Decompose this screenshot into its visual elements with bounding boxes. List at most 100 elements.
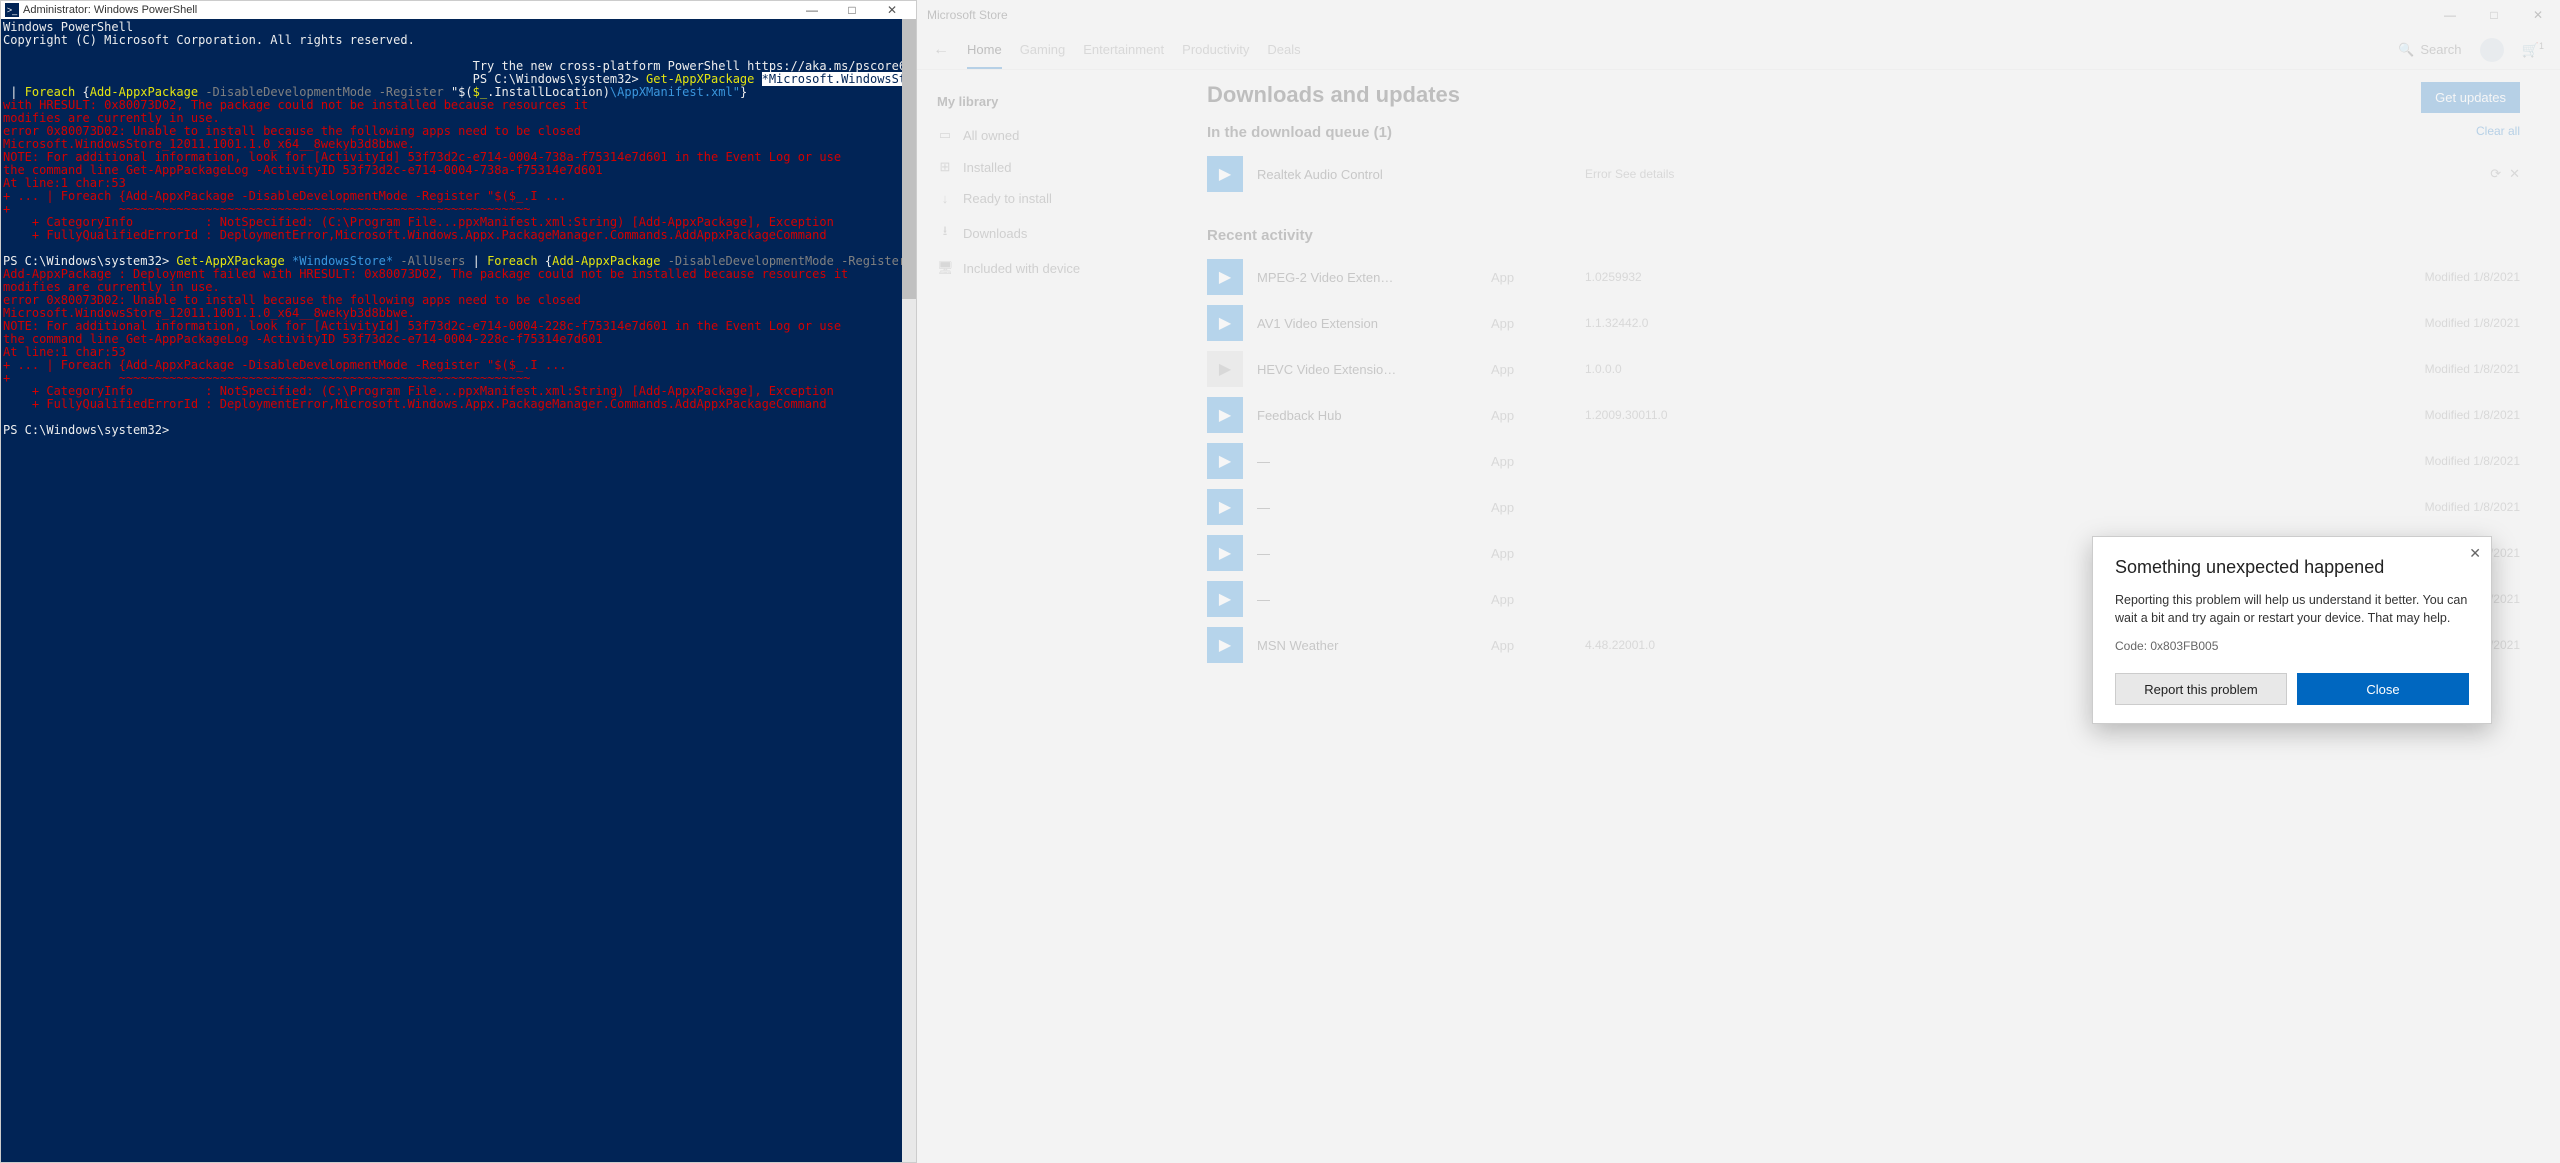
sidebar-item-icon: ↓ [937, 191, 953, 206]
clear-all-link[interactable]: Clear all [2476, 124, 2520, 138]
sidebar-item-label: Downloads [963, 226, 1027, 241]
app-icon: ▶ [1207, 397, 1243, 433]
search-icon: 🔍 [2398, 42, 2414, 58]
tab-entertainment[interactable]: Entertainment [1083, 42, 1164, 57]
store-titlebar[interactable]: Microsoft Store — □ ✕ [917, 0, 2560, 30]
sidebar-item-icon: ⊞ [937, 159, 953, 175]
get-updates-button[interactable]: Get updates [2421, 82, 2520, 113]
app-date: Modified 1/8/2021 [2380, 408, 2520, 422]
app-size: 1.0259932 [1585, 270, 2366, 284]
sidebar-title: My library [937, 94, 1155, 109]
app-name: MPEG-2 Video Exten… [1257, 270, 1477, 285]
store-close-button[interactable]: ✕ [2516, 0, 2560, 30]
powershell-titlebar[interactable]: >_ Administrator: Windows PowerShell — □… [1, 1, 916, 19]
recent-row[interactable]: ▶ — App Modified 1/8/2021 [1207, 484, 2520, 530]
queue-title: In the download queue (1) [1207, 124, 1392, 141]
modal-title: Something unexpected happened [2115, 557, 2469, 578]
tab-home[interactable]: Home [967, 42, 1002, 69]
app-icon: ▶ [1207, 581, 1243, 617]
sidebar-item[interactable]: 🖥 Included with device [929, 252, 1155, 284]
store-window: Microsoft Store — □ ✕ ← Home Gaming Ente… [917, 0, 2560, 1163]
app-icon: ▶ [1207, 535, 1243, 571]
app-name: HEVC Video Extensio… [1257, 362, 1477, 377]
modal-error-code: Code: 0x803FB005 [2115, 639, 2469, 653]
recent-row[interactable]: ▶ — App Modified 1/8/2021 [1207, 438, 2520, 484]
app-size: 1.2009.30011.0 [1585, 408, 2366, 422]
recent-row[interactable]: ▶ MPEG-2 Video Exten… App 1.0259932 Modi… [1207, 254, 2520, 300]
sidebar-item-icon: ▭ [937, 127, 953, 143]
tab-deals[interactable]: Deals [1267, 42, 1300, 57]
app-icon: ▶ [1207, 443, 1243, 479]
search-button[interactable]: 🔍Search [2398, 42, 2461, 58]
app-icon: ▶ [1207, 489, 1243, 525]
app-date: Modified 1/8/2021 [2380, 316, 2520, 330]
app-status[interactable]: Error See details [1585, 167, 2292, 181]
sidebar-item-label: Ready to install [963, 191, 1052, 206]
app-name: — [1257, 454, 1477, 469]
sidebar-item-icon: ⭳ [937, 222, 953, 244]
maximize-button[interactable]: □ [832, 3, 872, 17]
app-type: App [1491, 408, 1571, 423]
app-date: Modified 1/8/2021 [2380, 362, 2520, 376]
recent-row[interactable]: ▶ AV1 Video Extension App 1.1.32442.0 Mo… [1207, 300, 2520, 346]
store-maximize-button[interactable]: □ [2472, 0, 2516, 30]
app-icon: ▶ [1207, 627, 1243, 663]
store-minimize-button[interactable]: — [2428, 0, 2472, 30]
store-nav: ← Home Gaming Entertainment Productivity… [917, 30, 2560, 70]
app-type: App [1491, 592, 1571, 607]
recent-row[interactable]: ▶ Feedback Hub App 1.2009.30011.0 Modifi… [1207, 392, 2520, 438]
sidebar-item[interactable]: ⊞Installed [929, 151, 1155, 183]
sidebar-item-icon: 🖥 [937, 260, 953, 276]
powershell-icon: >_ [5, 3, 19, 17]
sidebar-item[interactable]: ↓ Ready to install [929, 183, 1155, 214]
recent-row[interactable]: ▶ HEVC Video Extensio… App 1.0.0.0 Modif… [1207, 346, 2520, 392]
app-size: 1.1.32442.0 [1585, 316, 2366, 330]
sidebar-item[interactable]: ⭳ Downloads [929, 214, 1155, 252]
sidebar: My library ▭ All owned ⊞Installed ↓ Ready to… [917, 70, 1167, 1163]
app-type: App [1491, 454, 1571, 469]
sidebar-item-label: Included with device [963, 261, 1080, 276]
app-date: Modified 1/8/2021 [2380, 454, 2520, 468]
powershell-title: Administrator: Windows PowerShell [23, 4, 792, 16]
app-date: Modified 1/8/2021 [2380, 500, 2520, 514]
app-name: MSN Weather [1257, 638, 1477, 653]
modal-close-button[interactable]: Close [2297, 673, 2469, 705]
app-type: App [1491, 546, 1571, 561]
app-type: App [1491, 316, 1571, 331]
recent-title: Recent activity [1207, 227, 1313, 244]
tab-gaming[interactable]: Gaming [1020, 42, 1066, 57]
app-type: App [1491, 638, 1571, 653]
app-name: — [1257, 546, 1477, 561]
app-name: — [1257, 592, 1477, 607]
retry-icon[interactable]: ⟳ [2490, 166, 2501, 182]
app-date: Modified 1/8/2021 [2380, 270, 2520, 284]
app-name: Feedback Hub [1257, 408, 1477, 423]
app-type: App [1491, 500, 1571, 515]
report-problem-button[interactable]: Report this problem [2115, 673, 2287, 705]
minimize-button[interactable]: — [792, 3, 832, 17]
app-icon: ▶ [1207, 259, 1243, 295]
close-button[interactable]: ✕ [872, 3, 912, 17]
tab-productivity[interactable]: Productivity [1182, 42, 1249, 57]
user-avatar[interactable] [2480, 38, 2504, 62]
modal-body: Reporting this problem will help us unde… [2115, 592, 2469, 627]
powershell-console[interactable]: Windows PowerShell Copyright (C) Microso… [1, 19, 916, 1162]
app-type: App [1491, 362, 1571, 377]
powershell-window: >_ Administrator: Windows PowerShell — □… [0, 0, 917, 1163]
back-icon[interactable]: ← [933, 41, 949, 59]
app-name: Realtek Audio Control [1257, 167, 1477, 182]
app-name: AV1 Video Extension [1257, 316, 1477, 331]
modal-close-icon[interactable]: ✕ [2469, 545, 2481, 562]
store-title: Microsoft Store [927, 8, 2428, 22]
powershell-scrollbar[interactable] [902, 19, 916, 1162]
app-icon: ▶ [1207, 156, 1243, 192]
app-name: — [1257, 500, 1477, 515]
remove-icon[interactable]: ✕ [2509, 166, 2520, 182]
error-modal: ✕ Something unexpected happened Reportin… [2092, 536, 2492, 724]
queue-row[interactable]: ▶ Realtek Audio Control Error See detail… [1207, 151, 2520, 197]
sidebar-item[interactable]: ▭ All owned [929, 119, 1155, 151]
cart-icon[interactable]: 🛒1 [2522, 41, 2544, 59]
app-type: App [1491, 270, 1571, 285]
scrollbar-thumb[interactable] [902, 19, 916, 299]
sidebar-item-label: All owned [963, 128, 1019, 143]
